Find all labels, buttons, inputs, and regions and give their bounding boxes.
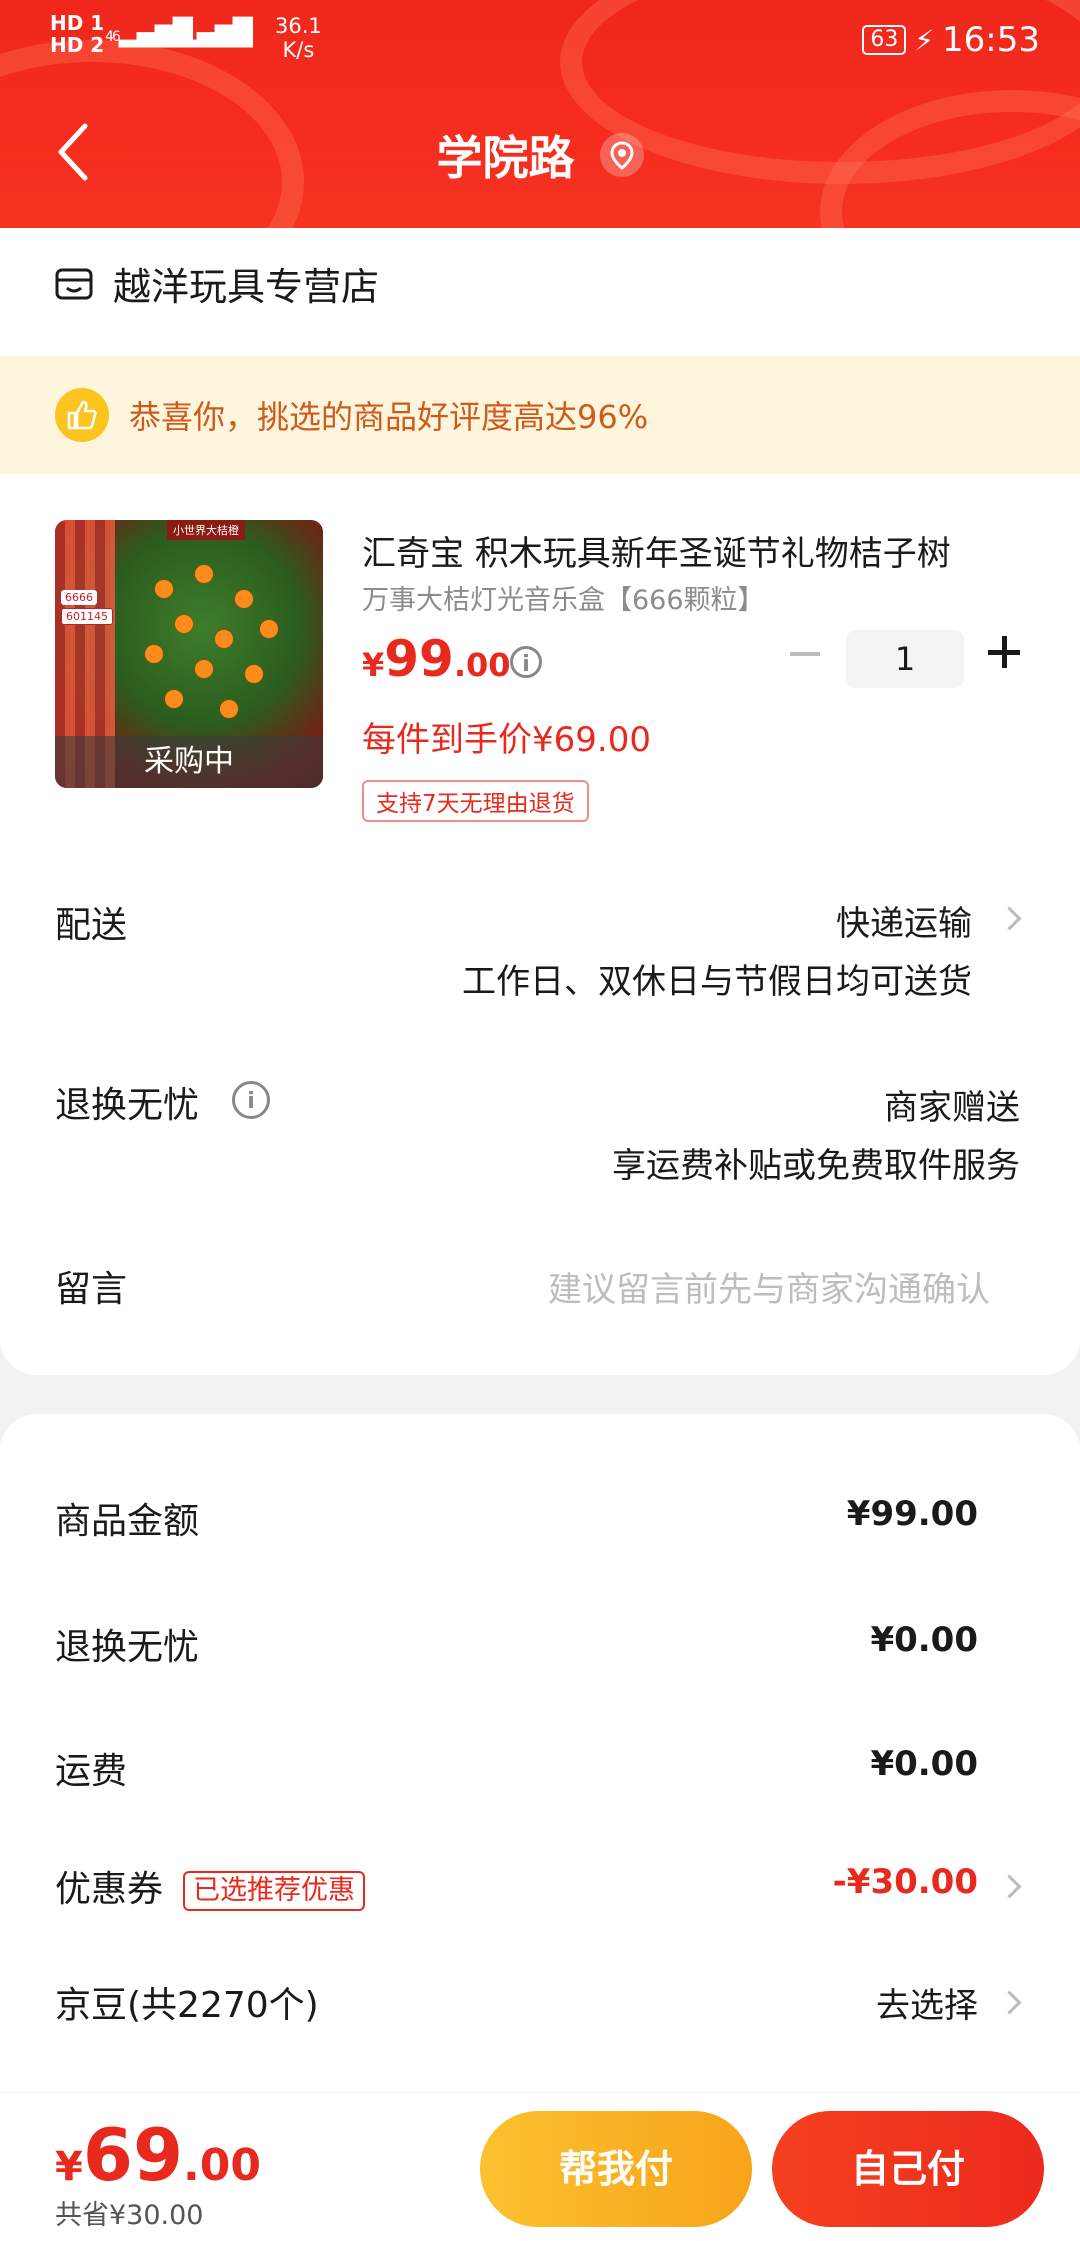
returns-value: 商家赠送	[884, 1088, 1020, 1128]
total-price: ¥69.00	[55, 2113, 261, 2197]
rating-banner: 恭喜你，挑选的商品好评度高达96%	[0, 356, 1080, 474]
purchasing-overlay: 采购中	[55, 736, 323, 788]
self-pay-button[interactable]: 自己付	[772, 2111, 1044, 2227]
speed-unit: K/s	[282, 38, 315, 62]
orange-decor	[245, 665, 263, 683]
chevron-right-icon[interactable]	[997, 1874, 1022, 1899]
orange-decor	[220, 700, 238, 718]
wifi-icon: ◠	[228, 18, 252, 51]
header-title-area[interactable]: 学院路	[0, 122, 1080, 188]
quantity-input[interactable]: 1	[846, 630, 964, 688]
coupon-label: 优惠券	[55, 1869, 164, 1910]
final-unit-price: 每件到手价¥69.00	[362, 720, 651, 760]
coupon-selected-badge: 已选推荐优惠	[183, 1871, 366, 1911]
goods-amount-value: ¥99.00	[846, 1494, 978, 1534]
orange-decor	[195, 660, 213, 678]
orange-decor	[165, 690, 183, 708]
returns-fee-label: 退换无忧	[55, 1627, 200, 1668]
message-input[interactable]: 建议留言前先与商家沟通确认	[548, 1262, 990, 1311]
network-speed: 36.1 K/s	[275, 14, 322, 62]
quantity-plus-button[interactable]	[988, 636, 1020, 668]
thumbs-up-icon	[55, 388, 109, 442]
coupon-value[interactable]: -¥30.00	[833, 1862, 978, 1902]
rating-text: 恭喜你，挑选的商品好评度高达96%	[129, 398, 649, 436]
status-bar: HD 1 HD 2 46▂▄▆█ 46▂▄▆█ ◠ 36.1 K/s 63 ⚡ …	[0, 0, 1080, 80]
product-spec: 万事大桔灯光音乐盒【666颗粒】	[362, 585, 765, 616]
delivery-value[interactable]: 快递运输	[836, 896, 972, 945]
checkout-bar: ¥69.00 共省¥30.00 帮我付 自己付	[0, 2092, 1080, 2241]
returns-label: 退换无忧	[55, 1085, 200, 1126]
hd2-label: HD 2	[50, 33, 105, 57]
quantity-minus-button[interactable]	[790, 652, 820, 656]
hd1-label: HD 1	[50, 11, 105, 35]
shipping-value: ¥0.00	[870, 1744, 978, 1784]
shop-name: 越洋玩具专营店	[113, 265, 380, 309]
message-label: 留言	[55, 1269, 128, 1310]
help-pay-button[interactable]: 帮我付	[480, 2111, 752, 2227]
goods-amount-label: 商品金额	[55, 1501, 200, 1542]
chevron-right-icon[interactable]	[997, 906, 1022, 931]
page-title: 学院路	[436, 131, 575, 185]
orange-decor	[145, 645, 163, 663]
price-summary-card: 商品金额 ¥99.00 退换无忧 ¥0.00 运费 ¥0.00 优惠券 已选推荐优…	[0, 1414, 1080, 2104]
image-tag: 6666	[61, 590, 97, 605]
chevron-right-icon[interactable]	[997, 1990, 1022, 2015]
shipping-label: 运费	[55, 1751, 128, 1792]
status-right: 63 ⚡ 16:53	[862, 20, 1040, 60]
returns-fee-value: ¥0.00	[870, 1620, 978, 1660]
location-pin-icon[interactable]	[599, 133, 644, 177]
jd-beans-select[interactable]: 去选择	[876, 1978, 978, 2027]
orange-decor	[260, 620, 278, 638]
store-icon	[55, 268, 93, 299]
delivery-label: 配送	[55, 905, 128, 946]
shop-row[interactable]: 越洋玩具专营店	[55, 256, 379, 311]
returns-info-icon[interactable]: i	[232, 1081, 270, 1119]
charging-icon: ⚡	[914, 23, 935, 57]
hd-indicators: HD 1 HD 2	[50, 12, 104, 56]
image-tag: 601145	[61, 608, 113, 625]
returns-note: 享运费补贴或免费取件服务	[612, 1146, 1020, 1186]
header: HD 1 HD 2 46▂▄▆█ 46▂▄▆█ ◠ 36.1 K/s 63 ⚡ …	[0, 0, 1080, 228]
product-title[interactable]: 汇奇宝 积木玩具新年圣诞节礼物桔子树	[362, 526, 1032, 575]
speed-value: 36.1	[275, 14, 322, 38]
total-saved: 共省¥30.00	[55, 2200, 204, 2231]
battery-icon: 63	[862, 25, 907, 55]
price-info-icon[interactable]: i	[510, 646, 542, 678]
orange-decor	[175, 615, 193, 633]
delivery-note: 工作日、双休日与节假日均可送货	[462, 962, 972, 1002]
order-card: 越洋玩具专营店 恭喜你，挑选的商品好评度高达96% 小世界大桔橙 6666 60…	[0, 228, 1080, 1375]
product-image[interactable]: 小世界大桔橙 6666 601145 采购中	[55, 520, 323, 788]
orange-decor	[155, 580, 173, 598]
return-policy-badge: 支持7天无理由退货	[362, 780, 589, 822]
jd-beans-label: 京豆(共2270个)	[55, 1985, 319, 2026]
clock: 16:53	[942, 20, 1040, 60]
product-price: ¥99.00	[362, 630, 511, 688]
orange-decor	[215, 630, 233, 648]
orange-decor	[235, 590, 253, 608]
image-brand-tag: 小世界大桔橙	[167, 520, 245, 540]
orange-decor	[195, 565, 213, 583]
coupon-row[interactable]: 优惠券 已选推荐优惠	[55, 1860, 366, 1912]
